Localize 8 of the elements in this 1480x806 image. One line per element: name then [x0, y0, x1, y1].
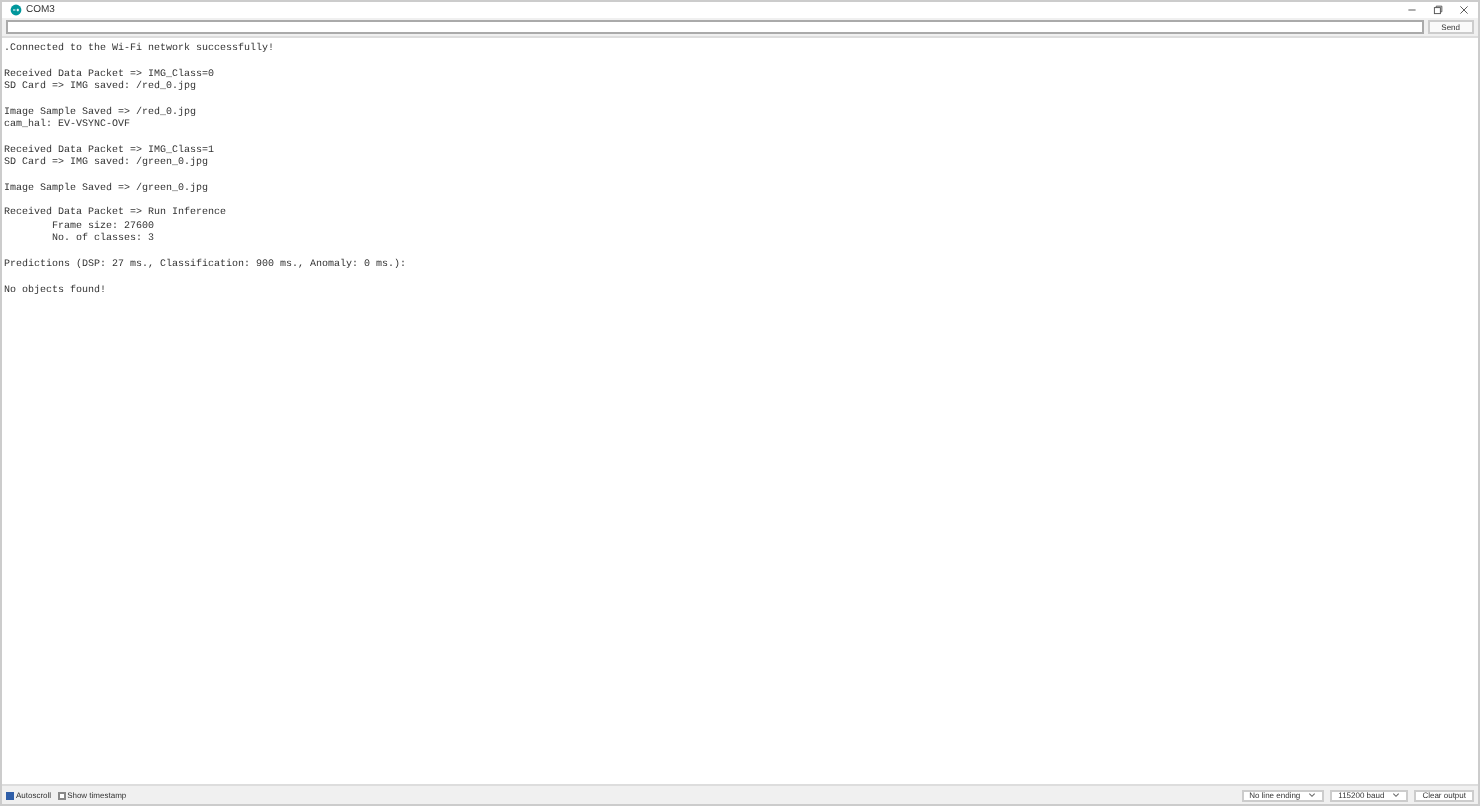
close-icon[interactable] — [1458, 4, 1470, 16]
checkbox[interactable] — [6, 791, 14, 799]
app-icon — [10, 4, 22, 16]
caret-icon — [1392, 792, 1401, 798]
restore-icon[interactable] — [1432, 4, 1444, 16]
caret-icon — [1308, 792, 1317, 798]
checkbox[interactable] — [57, 791, 66, 799]
input-field[interactable] — [6, 20, 1424, 34]
